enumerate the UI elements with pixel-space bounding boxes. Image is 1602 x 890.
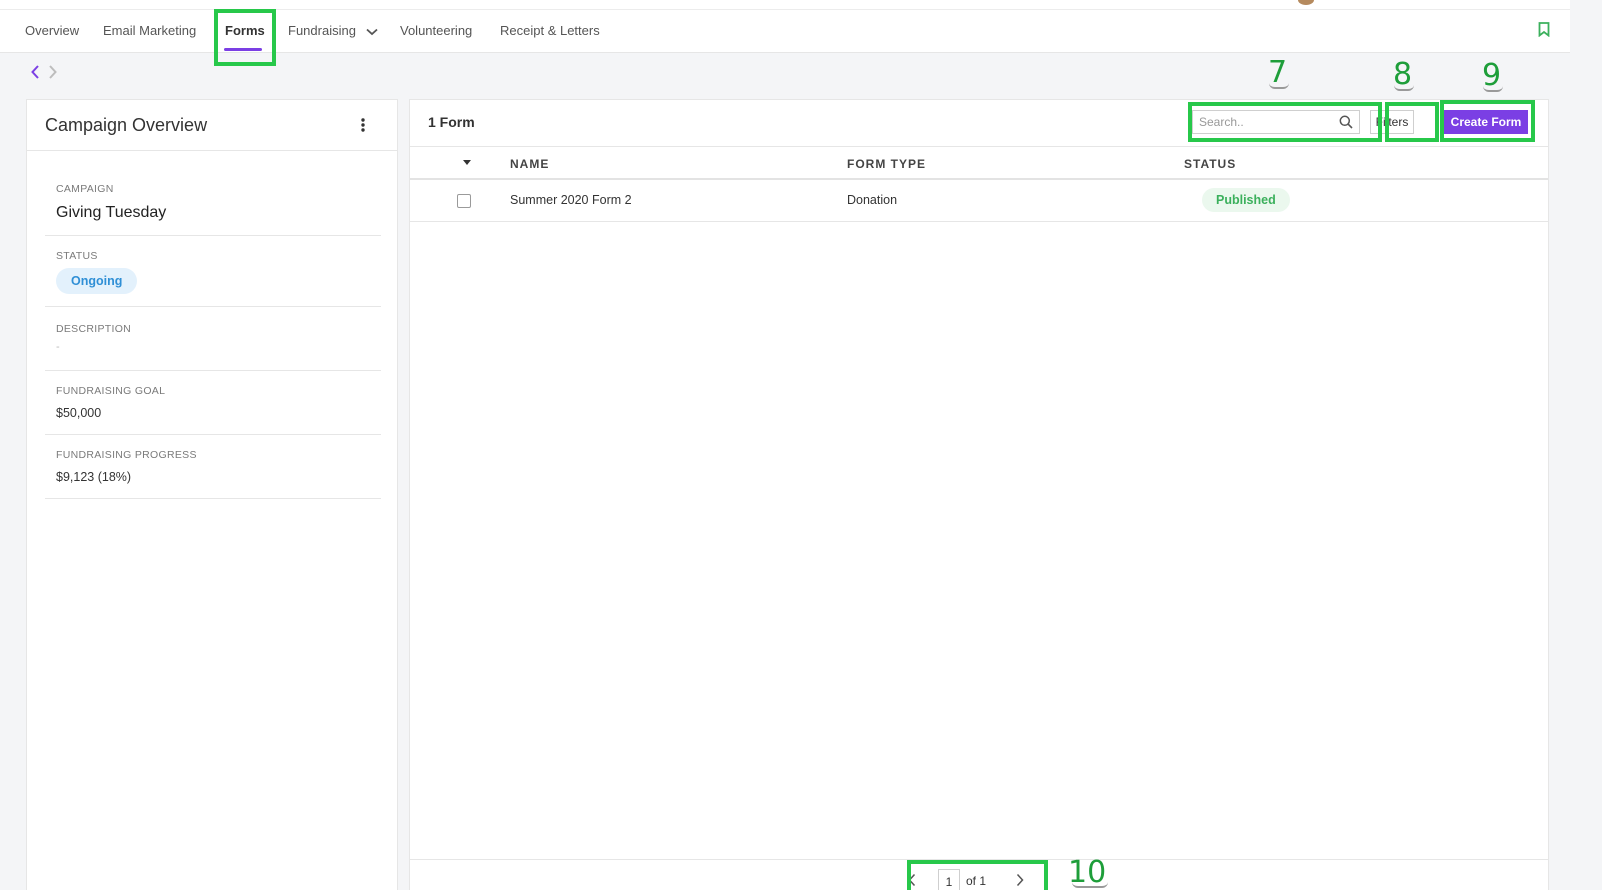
- row-checkbox[interactable]: [457, 194, 471, 208]
- filters-button[interactable]: Filters: [1370, 110, 1414, 134]
- page-number-input[interactable]: 1: [938, 869, 960, 890]
- tab-receipt-letters[interactable]: Receipt & Letters: [500, 10, 600, 53]
- bookmark-icon[interactable]: [1538, 22, 1550, 42]
- annotation-underline: [1072, 882, 1108, 888]
- search-icon[interactable]: [1339, 115, 1353, 134]
- create-form-button[interactable]: Create Form: [1444, 110, 1528, 134]
- status-badge: Published: [1202, 188, 1290, 212]
- fundraising-goal-value: $50,000: [56, 406, 102, 420]
- prev-page-icon[interactable]: [908, 873, 916, 890]
- campaign-overview-title: Campaign Overview: [45, 115, 208, 135]
- campaign-name: Giving Tuesday: [56, 204, 167, 221]
- avatar[interactable]: [1298, 0, 1314, 5]
- status-section: STATUS Ongoing: [45, 236, 381, 307]
- table-row[interactable]: Summer 2020 Form 2 Donation Published: [410, 180, 1548, 222]
- column-status[interactable]: STATUS: [1184, 157, 1236, 171]
- campaign-tabs: Overview Email Marketing Forms Fundraisi…: [0, 10, 1570, 53]
- search-box: [1192, 110, 1360, 134]
- top-strip: [0, 0, 1570, 10]
- forward-arrow-icon[interactable]: [48, 64, 58, 85]
- form-type: Donation: [847, 193, 898, 207]
- form-name[interactable]: Summer 2020 Form 2: [510, 193, 632, 207]
- table-header: NAME FORM TYPE STATUS: [410, 146, 1548, 180]
- more-options-icon[interactable]: [361, 118, 365, 137]
- next-page-icon[interactable]: [1016, 873, 1024, 890]
- chevron-down-icon: [365, 11, 378, 53]
- status-badge: Ongoing: [56, 268, 138, 294]
- description-section: DESCRIPTION -: [45, 307, 381, 371]
- fundraising-progress-label: FUNDRAISING PROGRESS: [56, 449, 197, 461]
- tab-fundraising[interactable]: Fundraising: [288, 10, 378, 53]
- tab-forms[interactable]: Forms: [225, 10, 265, 53]
- back-arrow-icon[interactable]: [30, 64, 40, 85]
- tab-fundraising-label: Fundraising: [288, 23, 356, 38]
- table-footer: 1 of 1: [410, 859, 1548, 890]
- forms-count: 1 Form: [428, 114, 475, 130]
- description-value: -: [56, 341, 60, 353]
- annotation-underline: [1394, 85, 1414, 91]
- tab-overview[interactable]: Overview: [25, 10, 79, 53]
- forms-panel: 1 Form Filters Create Form NAME FORM TYP…: [409, 99, 1549, 890]
- campaign-section: CAMPAIGN Giving Tuesday: [45, 151, 381, 236]
- description-label: DESCRIPTION: [56, 323, 132, 335]
- fundraising-goal-label: FUNDRAISING GOAL: [56, 385, 166, 397]
- tab-email-marketing[interactable]: Email Marketing: [103, 10, 196, 53]
- page-total: of 1: [966, 874, 987, 888]
- tab-volunteering[interactable]: Volunteering: [400, 10, 472, 53]
- fundraising-progress-value: $9,123 (18%): [56, 470, 132, 484]
- fundraising-progress-section: FUNDRAISING PROGRESS $9,123 (18%): [45, 435, 381, 499]
- campaign-overview-header: Campaign Overview: [27, 100, 397, 151]
- campaign-label: CAMPAIGN: [56, 183, 114, 195]
- column-name[interactable]: NAME: [510, 157, 549, 171]
- column-form-type[interactable]: FORM TYPE: [847, 157, 926, 171]
- status-label: STATUS: [56, 250, 98, 262]
- annotation-underline: [1269, 83, 1289, 89]
- sort-caret-icon[interactable]: [463, 160, 471, 165]
- annotation-underline: [1483, 86, 1503, 92]
- active-tab-indicator: [224, 48, 262, 51]
- search-input[interactable]: [1193, 111, 1333, 133]
- campaign-overview-panel: Campaign Overview CAMPAIGN Giving Tuesda…: [26, 99, 398, 890]
- fundraising-goal-section: FUNDRAISING GOAL $50,000: [45, 371, 381, 435]
